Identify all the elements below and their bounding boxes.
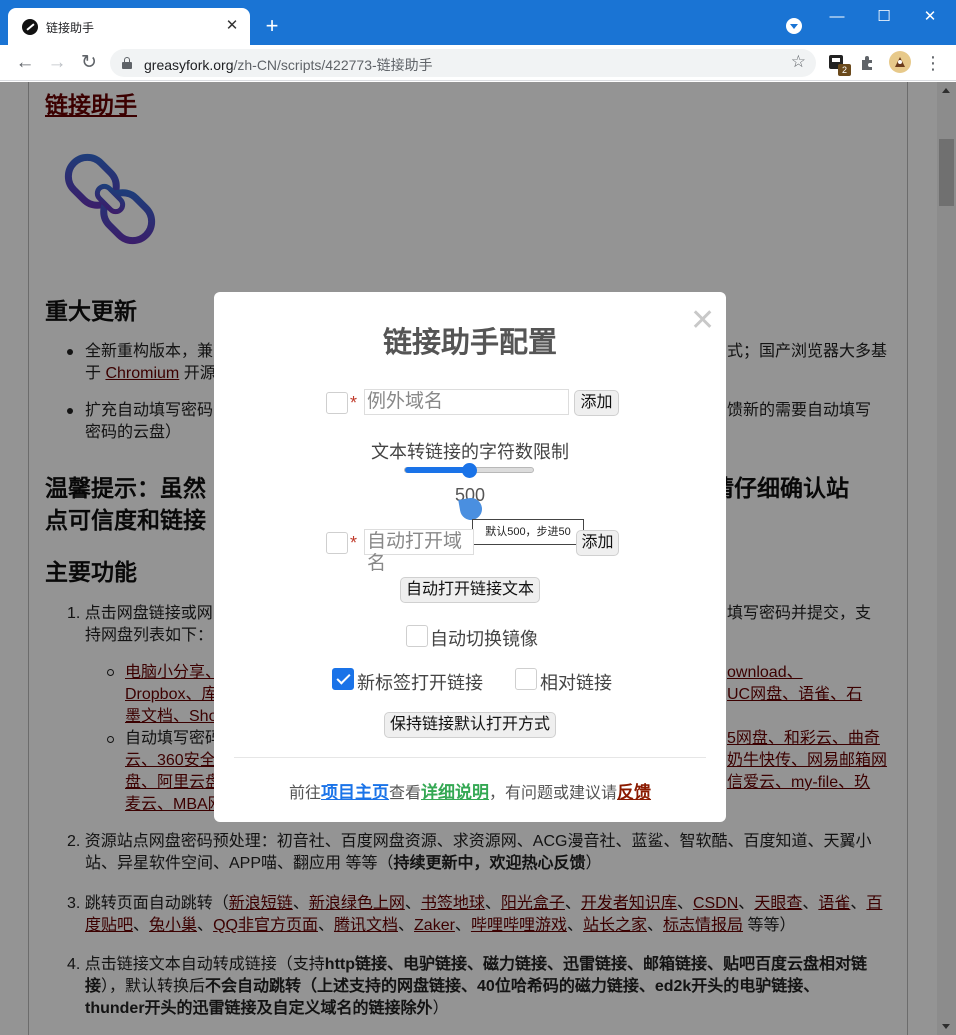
url-path: /zh-CN/scripts/422773-链接助手 bbox=[233, 57, 433, 73]
add-exclude-domain-button[interactable]: 添加 bbox=[574, 390, 619, 416]
browser-toolbar: ← → ↻ greasyfork.org/zh-CN/scripts/42277… bbox=[0, 45, 956, 81]
exclude-domain-input[interactable]: 例外域名 bbox=[364, 389, 569, 415]
project-home-link[interactable]: 项目主页 bbox=[321, 783, 389, 802]
title-bar: 链接助手 ✕ + — ☐ ✕ bbox=[0, 0, 956, 45]
minimize-button[interactable]: — bbox=[825, 6, 849, 28]
star-icon[interactable]: ☆ bbox=[791, 52, 806, 72]
keep-default-open-button[interactable]: 保持链接默认打开方式 bbox=[384, 712, 556, 738]
tab-search-icon[interactable] bbox=[786, 18, 802, 34]
required-mark: * bbox=[350, 393, 358, 413]
slider-thumb[interactable] bbox=[462, 463, 477, 478]
back-icon[interactable]: ← bbox=[12, 50, 38, 76]
new-tab-button[interactable]: + bbox=[260, 14, 284, 38]
reload-icon[interactable]: ↻ bbox=[76, 50, 102, 76]
feedback-link[interactable]: 反馈 bbox=[617, 783, 651, 802]
relative-link-checkbox[interactable] bbox=[515, 668, 537, 690]
puzzle-icon[interactable] bbox=[858, 53, 878, 73]
mirror-checkbox[interactable] bbox=[406, 625, 428, 647]
extension-badge: 2 bbox=[838, 64, 851, 76]
maximize-button[interactable]: ☐ bbox=[872, 6, 896, 28]
url-text[interactable]: greasyfork.org/zh-CN/scripts/422773-链接助手 bbox=[144, 55, 433, 75]
slider-tooltip: 默认500，步进50 bbox=[472, 519, 584, 545]
tab-title: 链接助手 bbox=[46, 21, 95, 35]
forward-icon[interactable]: → bbox=[44, 50, 70, 76]
new-tab-label: 新标签打开链接 bbox=[357, 673, 483, 693]
mirror-label: 自动切换镜像 bbox=[430, 629, 538, 649]
slider-fill bbox=[405, 467, 470, 473]
char-limit-label: 文本转链接的字符数限制 bbox=[371, 442, 569, 462]
new-tab-checkbox[interactable] bbox=[332, 668, 354, 690]
url-domain: greasyfork.org bbox=[144, 57, 234, 73]
relative-link-label: 相对链接 bbox=[540, 673, 612, 693]
close-window-button[interactable]: ✕ bbox=[918, 6, 942, 28]
profile-icon[interactable] bbox=[889, 51, 911, 73]
details-link[interactable]: 详细说明 bbox=[421, 783, 489, 802]
tab-close-icon[interactable]: ✕ bbox=[222, 16, 242, 36]
tab-favicon-icon bbox=[22, 19, 38, 35]
lock-icon[interactable] bbox=[122, 57, 132, 69]
required-mark: * bbox=[350, 533, 358, 553]
exclude-domain-checkbox[interactable] bbox=[326, 392, 348, 414]
menu-icon[interactable]: ⋮ bbox=[924, 51, 942, 75]
add-auto-open-domain-button[interactable]: 添加 bbox=[576, 530, 619, 556]
browser-tab[interactable]: 链接助手 ✕ bbox=[8, 8, 250, 45]
char-limit-slider[interactable] bbox=[404, 463, 534, 478]
config-dialog: ✕ 链接助手配置 * 例外域名 添加 文本转链接的字符数限制 500 默认500… bbox=[214, 292, 726, 822]
dialog-footer: 前往项目主页查看详细说明，有问题或建议请反馈 bbox=[288, 783, 652, 802]
auto-open-domain-input[interactable]: 自动打开域名 bbox=[364, 529, 474, 574]
auto-open-text-button[interactable]: 自动打开链接文本 bbox=[400, 577, 540, 603]
address-bar[interactable]: greasyfork.org/zh-CN/scripts/422773-链接助手… bbox=[110, 49, 816, 77]
dialog-title: 链接助手配置 bbox=[382, 327, 557, 359]
auto-open-domain-checkbox[interactable] bbox=[326, 532, 348, 554]
dialog-divider bbox=[234, 757, 706, 758]
